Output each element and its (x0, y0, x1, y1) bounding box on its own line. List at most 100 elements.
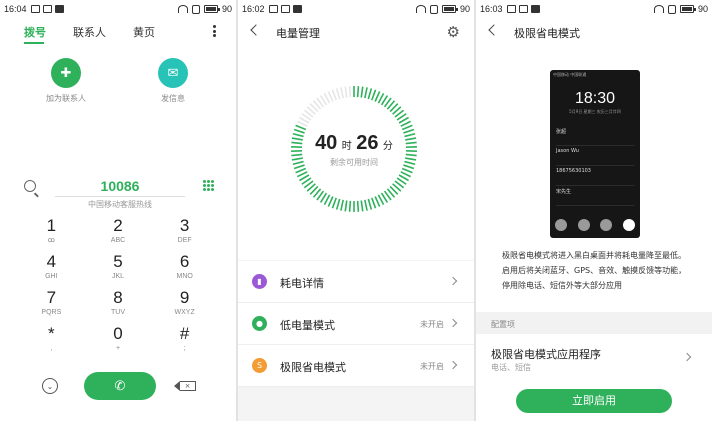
preview-contact: 张超 (556, 128, 634, 146)
preview-contact: 18675630103 (556, 168, 634, 186)
key-star[interactable]: *, (18, 324, 85, 356)
screens: 16:04 90 拨号 联系人 黄页 ✚ 加为联系人 ✉ 发信息 10086 中… (0, 0, 712, 421)
preview-contact: 宋先生 (556, 188, 634, 206)
preview-contact-name: 宋先生 (556, 189, 572, 195)
contacts-icon (600, 219, 613, 231)
gauge-tick (340, 199, 344, 211)
sim-icon (667, 4, 676, 14)
battery-level: 90 (459, 4, 470, 14)
key-digit: 8 (113, 288, 123, 307)
remaining-time: 40 时 26 分 (289, 132, 419, 155)
gauge-tick (400, 171, 411, 178)
home-icon (622, 219, 635, 231)
key-letters: TUV (110, 309, 125, 316)
key-2[interactable]: 2 ABC (85, 216, 152, 248)
status-time: 16:04 (4, 4, 27, 14)
preview-dock (555, 219, 635, 231)
remaining-minutes: 26 (356, 132, 379, 154)
gear-icon[interactable]: ⚙ (447, 23, 460, 41)
battery-gauge-area: 40 时 26 分 剩余可用时间 (238, 46, 474, 260)
tab-indicator (24, 42, 44, 44)
dialer-tabs: 拨号 联系人 黄页 (0, 22, 236, 44)
notification-icons (269, 5, 302, 13)
number-caption: 中国移动客服热线 (88, 200, 152, 209)
list-item-mode-apps[interactable]: 极限省电模式应用程序 电话、短信 (476, 334, 712, 382)
enable-now-button[interactable]: 立即启用 (516, 389, 672, 413)
chevron-right-icon (448, 276, 458, 286)
chevron-right-icon (682, 352, 692, 362)
option-title: 极限省电模式应用程序 (491, 348, 601, 361)
gauge-tick (348, 86, 352, 98)
battery-screen: 16:02 90 电量管理 ⚙ 40 时 26 分 剩余可用时间 ▮ 耗电详情 … (238, 0, 474, 421)
back-icon[interactable] (250, 24, 262, 36)
preview-contact-name: Jason Wu (556, 148, 579, 154)
key-digit: 1 (46, 216, 57, 235)
phone-icon: ✆ (114, 378, 126, 394)
search-icon[interactable] (24, 180, 36, 192)
key-letters: , (50, 345, 53, 352)
row-label: 耗电详情 (280, 277, 324, 290)
key-1[interactable]: 1ꝏ (18, 216, 85, 248)
key-8[interactable]: 8 TUV (85, 288, 152, 320)
key-0[interactable]: 0 + (85, 324, 152, 356)
battery-options-list: ▮ 耗电详情 ● 低电量模式 未开启 S 极限省电模式 未开启 (238, 261, 474, 387)
row-label: 低电量模式 (280, 319, 335, 332)
gauge-tick (331, 89, 337, 101)
list-item-usage-details[interactable]: ▮ 耗电详情 (238, 261, 474, 303)
list-item-extreme-power-saving[interactable]: S 极限省电模式 未开启 (238, 345, 474, 387)
gauge-tick (360, 86, 364, 98)
back-icon[interactable] (488, 24, 500, 36)
phone-icon (555, 219, 567, 231)
key-3[interactable]: 3 DEF (151, 216, 218, 248)
gauge-tick (335, 198, 341, 210)
key-digit: 4 (46, 252, 57, 271)
dialer-actions: ⌄ ✆ × (0, 372, 236, 402)
list-item-low-power-mode[interactable]: ● 低电量模式 未开启 (238, 303, 474, 345)
status-bar: 16:03 90 (476, 0, 712, 20)
key-letters: + (115, 345, 121, 352)
backspace-icon[interactable]: × (174, 381, 196, 391)
key-5[interactable]: 5 JKL (85, 252, 152, 284)
extreme-saving-screen: 16:03 90 极限省电模式 中国移动 中国联通 18:30 5月9日 星期三… (476, 0, 712, 421)
row-label: 极限省电模式 (280, 361, 346, 374)
message-action[interactable]: ✉ 发信息 (143, 58, 203, 104)
preview-contact: Jason Wu (556, 148, 634, 166)
key-digit: 3 (179, 216, 190, 235)
status-time: 16:02 (242, 4, 265, 14)
key-digit: 0 (113, 324, 123, 343)
chevron-right-icon (448, 360, 458, 370)
gauge-tick (401, 167, 413, 174)
key-7[interactable]: 7 PQRS (18, 288, 85, 320)
add-contact-action[interactable]: ✚ 加为联系人 (36, 58, 96, 104)
key-hash[interactable]: #; (151, 324, 218, 356)
status-right: 90 (177, 4, 232, 14)
more-vertical-icon[interactable] (213, 25, 217, 37)
key-4[interactable]: 4 GHI (18, 252, 85, 284)
section-header: 配置项 (476, 312, 712, 334)
gauge-tick (356, 86, 360, 98)
gauge-tick (331, 197, 337, 209)
sim-icon (191, 4, 200, 14)
key-9[interactable]: 9 WXYZ (151, 288, 218, 320)
key-6[interactable]: 6 MNO (151, 252, 218, 284)
add-contact-icon[interactable]: ✚ (51, 58, 81, 88)
tab-yellow-pages[interactable]: 黄页 (133, 24, 155, 40)
chart-icon: ▮ (252, 274, 267, 289)
key-letters: WXYZ (174, 309, 195, 316)
dialpad-grid-icon[interactable] (203, 180, 214, 191)
gauge-tick (295, 124, 307, 131)
message-icon[interactable]: ✉ (158, 58, 188, 88)
key-digit: 5 (113, 252, 123, 271)
wifi-icon (653, 5, 664, 13)
preview-image: 中国移动 中国联通 18:30 5月9日 星期三 农历三月廿四 张超 Jason… (550, 70, 640, 238)
gauge-tick (367, 88, 373, 100)
gauge-tick (344, 86, 348, 98)
tab-contacts[interactable]: 联系人 (73, 24, 106, 40)
key-letters: DEF (177, 237, 192, 244)
call-button[interactable]: ✆ (84, 372, 156, 400)
tab-dial[interactable]: 拨号 (24, 24, 46, 40)
collapse-keypad-icon[interactable]: ⌄ (42, 378, 58, 394)
key-digit: 9 (179, 288, 190, 307)
hours-unit: 时 (341, 141, 352, 152)
notification-icons (31, 5, 64, 13)
